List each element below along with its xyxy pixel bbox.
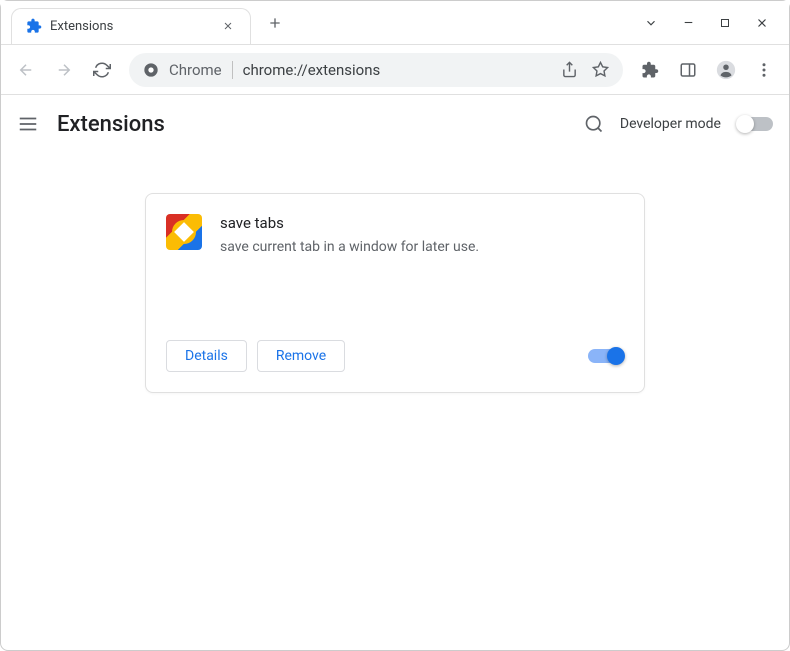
close-tab-button[interactable] xyxy=(220,18,236,34)
omnibox[interactable]: Chrome chrome://extensions xyxy=(129,53,623,87)
search-button[interactable] xyxy=(584,114,604,134)
extension-icon xyxy=(26,18,42,34)
extension-name: save tabs xyxy=(220,214,624,232)
extension-description: save current tab in a window for later u… xyxy=(220,238,624,258)
browser-window: Extensions Chrome chrome://e xyxy=(0,0,790,651)
close-window-button[interactable] xyxy=(755,16,769,30)
back-button[interactable] xyxy=(9,53,43,87)
content-area: save tabs save current tab in a window f… xyxy=(1,153,789,650)
app-header: Extensions Developer mode xyxy=(1,95,789,153)
chevron-down-icon[interactable] xyxy=(644,16,658,30)
developer-mode-label: Developer mode xyxy=(620,116,721,132)
address-bar: Chrome chrome://extensions xyxy=(1,45,789,95)
minimize-button[interactable] xyxy=(682,16,695,29)
extensions-button[interactable] xyxy=(633,53,667,87)
maximize-button[interactable] xyxy=(719,17,731,29)
forward-button[interactable] xyxy=(47,53,81,87)
browser-tab[interactable]: Extensions xyxy=(11,8,251,44)
chrome-icon xyxy=(143,62,159,78)
hamburger-menu-button[interactable] xyxy=(17,113,39,135)
kebab-menu-button[interactable] xyxy=(747,53,781,87)
extension-card: save tabs save current tab in a window f… xyxy=(145,193,645,393)
sidepanel-button[interactable] xyxy=(671,53,705,87)
bookmark-icon[interactable] xyxy=(592,61,609,78)
remove-button[interactable]: Remove xyxy=(257,340,345,372)
tab-title: Extensions xyxy=(50,19,212,34)
title-bar: Extensions xyxy=(1,1,789,45)
omnibox-divider xyxy=(232,61,233,79)
omnibox-scheme: Chrome xyxy=(169,61,222,79)
profile-button[interactable] xyxy=(709,53,743,87)
developer-mode-toggle[interactable] xyxy=(737,117,773,131)
details-button[interactable]: Details xyxy=(166,340,247,372)
page-title: Extensions xyxy=(57,112,165,137)
share-icon[interactable] xyxy=(561,61,578,78)
window-controls xyxy=(644,16,789,30)
reload-button[interactable] xyxy=(85,53,119,87)
extension-enable-toggle[interactable] xyxy=(588,349,624,363)
omnibox-url: chrome://extensions xyxy=(243,61,381,79)
extension-app-icon xyxy=(166,214,202,250)
new-tab-button[interactable] xyxy=(261,9,289,37)
